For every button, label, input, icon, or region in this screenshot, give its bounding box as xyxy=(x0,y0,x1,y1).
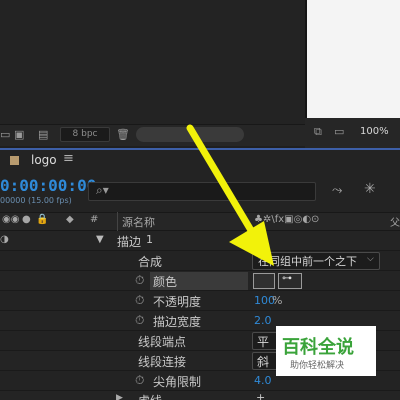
opacity-unit: % xyxy=(272,294,283,307)
stopwatch-icon[interactable]: ⏱ xyxy=(135,313,144,328)
property-row-dashes xyxy=(0,391,400,400)
project-panel xyxy=(0,0,305,124)
column-divider xyxy=(117,212,118,231)
draft-3d-icon[interactable]: ✳ xyxy=(364,181,376,197)
chevron-down-icon: ⌵ xyxy=(367,254,374,264)
layer-column-header xyxy=(0,212,400,231)
search-icon: ⌕▾ xyxy=(96,183,109,197)
bit-depth-button[interactable]: 8 bpc xyxy=(60,127,110,142)
layer-search-input[interactable] xyxy=(88,182,316,201)
expand-triangle-icon[interactable]: ▶ xyxy=(116,393,123,400)
stroke-width-value[interactable]: 2.0 xyxy=(254,314,272,327)
panel-menu-icon[interactable]: ≡ xyxy=(63,151,74,166)
watermark-title: 百科全说 xyxy=(282,337,354,358)
snapshot-icon[interactable]: ⧉ xyxy=(314,121,322,143)
comp-label-color xyxy=(10,156,19,165)
layer-number-header: # xyxy=(90,214,99,225)
eyedropper-icon: ⊶ xyxy=(282,273,292,284)
label-tag-header-icon: ◆ xyxy=(66,214,74,225)
property-label: 虚线 xyxy=(138,392,162,400)
frame-info: 00000 (15.00 fps) xyxy=(0,196,72,205)
zoom-level[interactable]: 100% xyxy=(352,122,398,142)
eye-icon[interactable]: ◑ xyxy=(0,234,9,245)
current-time-display[interactable]: 0:00:00:00 xyxy=(0,176,96,195)
property-label: 线段连接 xyxy=(138,355,187,369)
line-join-value: 斜 xyxy=(257,355,270,369)
miter-limit-value[interactable]: 4.0 xyxy=(254,374,272,387)
stopwatch-icon[interactable]: ⏱ xyxy=(135,373,144,388)
lock-header-icon: 🔒 xyxy=(36,214,49,225)
solo-header-icon: ● xyxy=(22,214,31,225)
add-dash-icon[interactable]: + xyxy=(256,391,265,400)
line-cap-value: 平 xyxy=(257,335,270,349)
trash-icon[interactable]: 🗑 xyxy=(116,124,130,146)
timeline-tab-bar xyxy=(0,148,400,174)
stopwatch-icon[interactable]: ⏱ xyxy=(135,293,144,308)
composite-value: 在同组中前一个之下 xyxy=(258,255,357,268)
video-toggle-header-icon: ◉◉ xyxy=(2,214,20,225)
watermark-subtitle: 助你轻松解决 xyxy=(290,361,345,371)
folder-icon[interactable]: ▭ xyxy=(0,124,10,146)
stopwatch-icon[interactable]: ⏱ xyxy=(135,273,144,288)
parent-header[interactable]: 父 xyxy=(390,214,400,229)
tab-composition-name[interactable]: logo xyxy=(31,153,57,167)
property-label: 描边宽度 xyxy=(153,315,202,329)
source-name-header[interactable]: 源名称 xyxy=(122,214,155,230)
expand-triangle-icon[interactable]: ▼ xyxy=(96,234,104,245)
property-label: 颜色 xyxy=(153,275,178,289)
display-icon[interactable]: ▭ xyxy=(334,121,344,143)
composition-flowchart-icon[interactable]: ⤳ xyxy=(332,183,342,198)
layer-name: 描边 xyxy=(117,235,142,249)
composition-preview xyxy=(305,0,400,118)
property-label: 不透明度 xyxy=(153,295,202,309)
new-folder-icon[interactable]: ▣ xyxy=(14,124,24,146)
layer-row-stroke[interactable] xyxy=(0,231,400,251)
horizontal-scrollbar[interactable] xyxy=(136,127,244,142)
color-swatch[interactable] xyxy=(253,273,275,289)
layer-index: 1 xyxy=(146,233,153,246)
property-label: 合成 xyxy=(138,255,163,269)
property-label: 尖角限制 xyxy=(153,375,202,389)
new-composition-icon[interactable]: ▤ xyxy=(38,124,48,146)
switches-header: ♣✲\fx▣◎◐⊙ xyxy=(254,214,320,225)
property-label: 线段端点 xyxy=(138,335,187,349)
